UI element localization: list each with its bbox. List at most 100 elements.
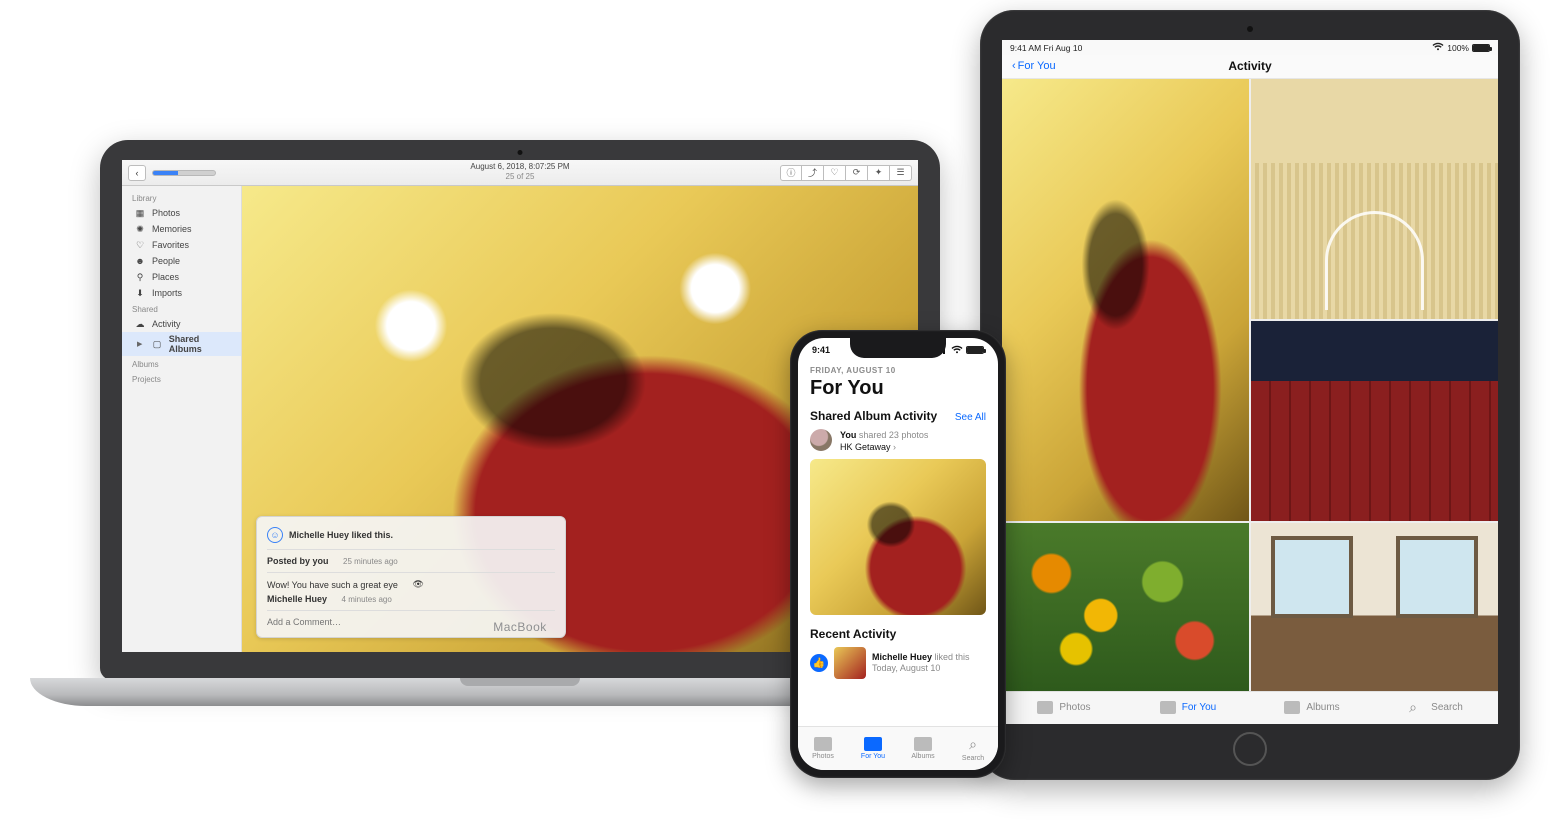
sidebar-item-favorites[interactable]: ♡Favorites <box>122 237 241 253</box>
disclosure-triangle-icon[interactable]: ▶ <box>134 338 145 350</box>
ipad-bezel: 9:41 AM Fri Aug 10 100% ‹For You Activit… <box>980 10 1520 780</box>
sidebar-item-label: Places <box>152 272 179 282</box>
share-desc: shared 23 photos <box>856 430 928 440</box>
battery-icon <box>966 346 984 354</box>
activity-photo-court[interactable] <box>1251 79 1498 319</box>
tab-photos[interactable]: Photos <box>798 727 848 770</box>
back-button[interactable]: ‹ <box>128 165 146 181</box>
posted-time: 25 minutes ago <box>343 557 398 566</box>
activity-photo-hero[interactable] <box>1002 79 1249 521</box>
sidebar-item-label: Shared Albums <box>169 334 231 354</box>
tab-search[interactable]: ⌕Search <box>1374 692 1498 725</box>
nav-title: Activity <box>1228 59 1271 73</box>
activity-photo-buildings[interactable] <box>1251 321 1498 521</box>
ipad-tabbar: Photos For You Albums ⌕Search <box>1002 691 1498 725</box>
comment-text: Wow! You have such a great eye <box>267 580 398 590</box>
iphone-notch <box>850 338 946 358</box>
wifi-icon <box>1432 42 1444 53</box>
rotate-button[interactable]: ⟳ <box>846 165 868 181</box>
tab-search[interactable]: ⌕Search <box>948 727 998 770</box>
tab-for-you[interactable]: For You <box>1126 692 1250 725</box>
download-icon: ⬇ <box>134 287 146 299</box>
memories-icon: ✺ <box>134 223 146 235</box>
sidebar-item-photos[interactable]: ▦Photos <box>122 205 241 221</box>
iphone-screen: 9:41 FRIDAY, AUGUST 10 For You Shared Al… <box>798 338 998 770</box>
tab-label: Albums <box>911 753 934 760</box>
see-all-link[interactable]: See All <box>955 412 986 423</box>
recent-activity-row[interactable]: 👍 Michelle Huey liked this Today, August… <box>810 647 986 679</box>
activity-photo-fruit[interactable] <box>1002 523 1249 691</box>
for-you-screen[interactable]: FRIDAY, AUGUST 10 For You Shared Album A… <box>798 362 998 726</box>
recent-activity-heading: Recent Activity <box>810 627 986 641</box>
back-button[interactable]: ‹For You <box>1012 60 1056 72</box>
sidebar-item-people[interactable]: ☻ People <box>122 253 241 269</box>
recent-subtitle: Today, August 10 <box>872 663 970 674</box>
iphone-device: 9:41 FRIDAY, AUGUST 10 For You Shared Al… <box>790 330 1006 778</box>
edit-button[interactable]: ☰ <box>890 165 912 181</box>
tab-label: For You <box>1182 702 1216 713</box>
sidebar-item-shared-albums[interactable]: ▶ ▢ Shared Albums <box>122 332 241 356</box>
activity-grid[interactable] <box>1002 79 1498 691</box>
tab-albums[interactable]: Albums <box>1250 692 1374 725</box>
recent-thumbnail <box>834 647 866 679</box>
recent-desc: liked this <box>932 652 970 662</box>
sidebar: Library ▦Photos ✺ Memories ♡Favorites ☻ Pe… <box>122 186 242 652</box>
avatar <box>810 429 832 451</box>
person-icon: ☻ <box>134 255 146 267</box>
tab-photos[interactable]: Photos <box>1002 692 1126 725</box>
activity-photo-cafe[interactable] <box>1251 523 1498 691</box>
sidebar-item-label: People <box>152 256 180 266</box>
status-time-date: 9:41 AM Fri Aug 10 <box>1010 43 1082 53</box>
home-button[interactable] <box>1233 732 1267 766</box>
shared-activity-row[interactable]: You shared 23 photos HK Getaway › <box>810 429 986 453</box>
eye-emoji-icon: 👁 <box>412 579 423 590</box>
albums-tab-icon <box>914 737 932 751</box>
comment-time: 4 minutes ago <box>342 595 392 604</box>
share-author: You <box>840 430 856 440</box>
tab-albums[interactable]: Albums <box>898 727 948 770</box>
cloud-icon: ☁ <box>134 318 146 330</box>
camera-dot-icon <box>518 150 523 155</box>
sidebar-section-albums[interactable]: Albums <box>122 356 241 371</box>
like-badge-icon: 👍 <box>810 654 828 672</box>
chevron-left-icon: ‹ <box>1012 60 1016 72</box>
ipad-status-bar: 9:41 AM Fri Aug 10 100% <box>1002 40 1498 55</box>
sidebar-item-memories[interactable]: ✺ Memories <box>122 221 241 237</box>
back-label: For You <box>1018 60 1056 72</box>
sidebar-item-activity[interactable]: ☁ Activity <box>122 316 241 332</box>
sidebar-item-label: Memories <box>152 224 192 234</box>
tab-label: Photos <box>1059 702 1090 713</box>
zoom-slider[interactable] <box>152 170 216 176</box>
sidebar-item-places[interactable]: ⚲ Places <box>122 269 241 285</box>
toolbar-title-date: August 6, 2018, 8:07:25 PM <box>470 162 569 172</box>
battery-icon <box>1472 44 1490 52</box>
tab-label: For You <box>861 753 885 760</box>
battery-percent: 100% <box>1447 43 1469 53</box>
favorite-button[interactable]: ♡ <box>824 165 846 181</box>
shared-activity-text: You shared 23 photos HK Getaway › <box>840 429 928 453</box>
sidebar-section-shared: Shared <box>122 301 241 316</box>
sidebar-section-projects[interactable]: Projects <box>122 371 241 386</box>
chevron-right-icon: › <box>893 442 896 452</box>
share-button[interactable]: ⤴ <box>802 165 824 181</box>
pin-icon: ⚲ <box>134 271 146 283</box>
tab-label: Photos <box>812 753 834 760</box>
shared-photo-thumbnail[interactable] <box>810 459 986 615</box>
sidebar-item-imports[interactable]: ⬇Imports <box>122 285 241 301</box>
iphone-tabbar: Photos For You Albums ⌕Search <box>798 726 998 770</box>
status-time: 9:41 <box>812 345 830 355</box>
date-label: FRIDAY, AUGUST 10 <box>810 366 986 375</box>
macbook-brand-label: MacBook <box>493 620 547 634</box>
enhance-button[interactable]: ✦ <box>868 165 890 181</box>
ipad-screen: 9:41 AM Fri Aug 10 100% ‹For You Activit… <box>1002 40 1498 724</box>
album-icon: ▢ <box>151 338 162 350</box>
camera-dot-icon <box>1247 26 1253 32</box>
sidebar-item-label: Activity <box>152 319 181 329</box>
info-button[interactable]: ⓘ <box>780 165 802 181</box>
photos-tab-icon <box>1037 701 1053 714</box>
page-title: For You <box>810 377 986 399</box>
for-you-tab-icon <box>1160 701 1176 714</box>
tab-for-you[interactable]: For You <box>848 727 898 770</box>
sidebar-section-library: Library <box>122 190 241 205</box>
iphone-bezel: 9:41 FRIDAY, AUGUST 10 For You Shared Al… <box>790 330 1006 778</box>
